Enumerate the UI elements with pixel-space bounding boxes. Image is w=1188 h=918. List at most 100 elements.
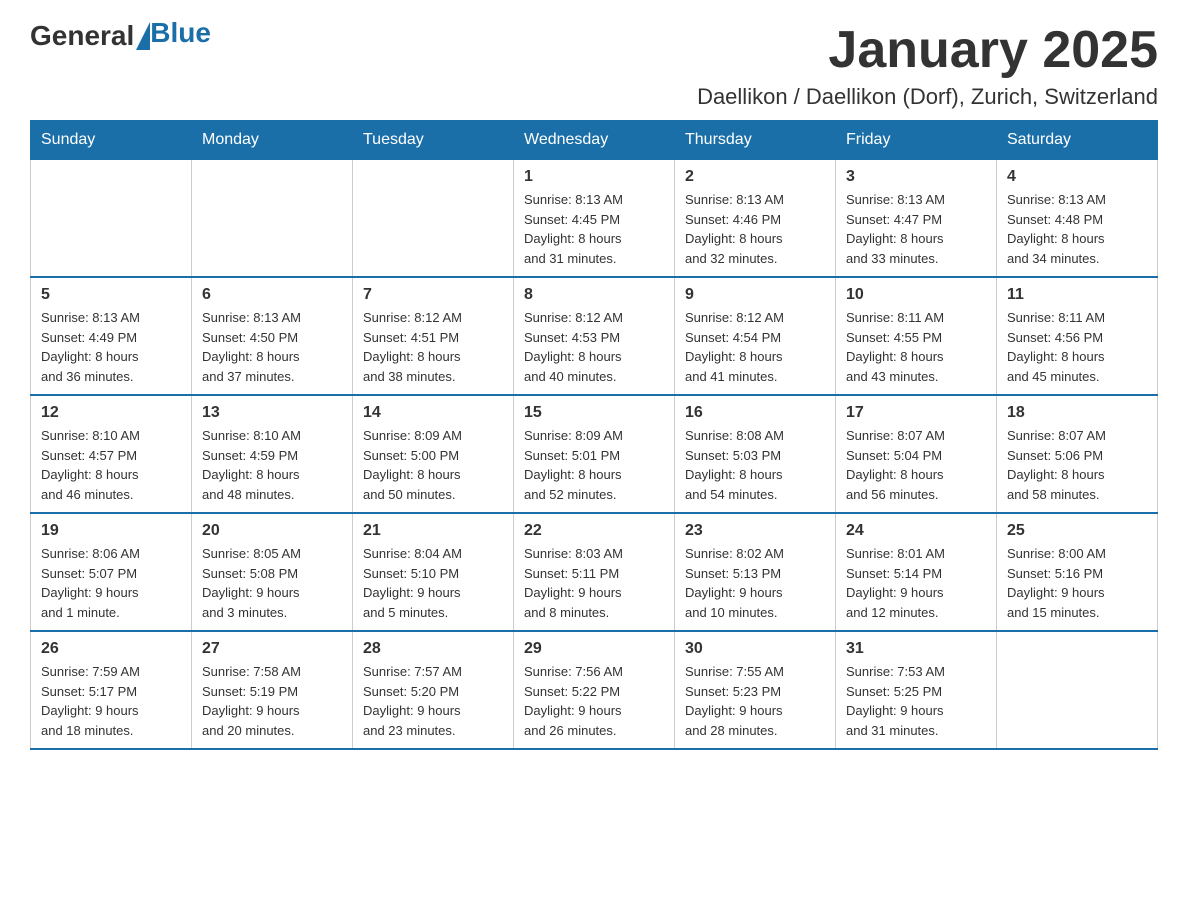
day-info-28: Sunrise: 7:57 AM Sunset: 5:20 PM Dayligh… bbox=[363, 662, 503, 740]
day-number-16: 16 bbox=[685, 404, 825, 422]
day-number-17: 17 bbox=[846, 404, 986, 422]
day-number-18: 18 bbox=[1007, 404, 1147, 422]
day-info-25: Sunrise: 8:00 AM Sunset: 5:16 PM Dayligh… bbox=[1007, 544, 1147, 622]
day-number-9: 9 bbox=[685, 286, 825, 304]
day-cell-21: 21 Sunrise: 8:04 AM Sunset: 5:10 PM Dayli… bbox=[353, 513, 514, 631]
day-cell-17: 17 Sunrise: 8:07 AM Sunset: 5:04 PM Dayli… bbox=[836, 395, 997, 513]
day-number-23: 23 bbox=[685, 522, 825, 540]
header: General Blue January 2025 Daellikon / Da… bbox=[30, 20, 1158, 110]
day-info-30: Sunrise: 7:55 AM Sunset: 5:23 PM Dayligh… bbox=[685, 662, 825, 740]
day-info-2: Sunrise: 8:13 AM Sunset: 4:46 PM Dayligh… bbox=[685, 190, 825, 268]
header-row: SundayMondayTuesdayWednesdayThursdayFrid… bbox=[31, 121, 1158, 160]
day-info-31: Sunrise: 7:53 AM Sunset: 5:25 PM Dayligh… bbox=[846, 662, 986, 740]
header-saturday: Saturday bbox=[997, 121, 1158, 160]
day-cell-16: 16 Sunrise: 8:08 AM Sunset: 5:03 PM Dayli… bbox=[675, 395, 836, 513]
day-info-23: Sunrise: 8:02 AM Sunset: 5:13 PM Dayligh… bbox=[685, 544, 825, 622]
day-cell-23: 23 Sunrise: 8:02 AM Sunset: 5:13 PM Dayli… bbox=[675, 513, 836, 631]
day-number-6: 6 bbox=[202, 286, 342, 304]
day-cell-26: 26Sunrise: 7:59 AM Sunset: 5:17 PM Dayli… bbox=[31, 631, 192, 749]
logo-triangle-icon bbox=[136, 22, 150, 50]
location-title: Daellikon / Daellikon (Dorf), Zurich, Sw… bbox=[697, 84, 1158, 110]
week-row-4: 19 Sunrise: 8:06 AM Sunset: 5:07 PM Dayli… bbox=[31, 513, 1158, 631]
day-number-24: 24 bbox=[846, 522, 986, 540]
day-cell-28: 28 Sunrise: 7:57 AM Sunset: 5:20 PM Dayli… bbox=[353, 631, 514, 749]
day-cell-7: 7 Sunrise: 8:12 AM Sunset: 4:51 PM Daylig… bbox=[353, 277, 514, 395]
day-info-26: Sunrise: 7:59 AM Sunset: 5:17 PM Dayligh… bbox=[41, 662, 181, 740]
day-number-28: 28 bbox=[363, 640, 503, 658]
day-info-4: Sunrise: 8:13 AM Sunset: 4:48 PM Dayligh… bbox=[1007, 190, 1147, 268]
day-info-19: Sunrise: 8:06 AM Sunset: 5:07 PM Dayligh… bbox=[41, 544, 181, 622]
day-info-24: Sunrise: 8:01 AM Sunset: 5:14 PM Dayligh… bbox=[846, 544, 986, 622]
day-cell-3: 3Sunrise: 8:13 AM Sunset: 4:47 PM Daylig… bbox=[836, 160, 997, 278]
logo: General Blue bbox=[30, 20, 211, 52]
day-number-15: 15 bbox=[524, 404, 664, 422]
day-info-27: Sunrise: 7:58 AM Sunset: 5:19 PM Dayligh… bbox=[202, 662, 342, 740]
day-cell-10: 10 Sunrise: 8:11 AM Sunset: 4:55 PM Dayli… bbox=[836, 277, 997, 395]
day-cell-5: 5Sunrise: 8:13 AM Sunset: 4:49 PM Daylig… bbox=[31, 277, 192, 395]
day-number-10: 10 bbox=[846, 286, 986, 304]
day-info-12: Sunrise: 8:10 AM Sunset: 4:57 PM Dayligh… bbox=[41, 426, 181, 504]
day-info-1: Sunrise: 8:13 AM Sunset: 4:45 PM Dayligh… bbox=[524, 190, 664, 268]
day-number-8: 8 bbox=[524, 286, 664, 304]
day-number-21: 21 bbox=[363, 522, 503, 540]
day-cell-22: 22 Sunrise: 8:03 AM Sunset: 5:11 PM Dayli… bbox=[514, 513, 675, 631]
day-cell-18: 18 Sunrise: 8:07 AM Sunset: 5:06 PM Dayli… bbox=[997, 395, 1158, 513]
header-sunday: Sunday bbox=[31, 121, 192, 160]
day-info-18: Sunrise: 8:07 AM Sunset: 5:06 PM Dayligh… bbox=[1007, 426, 1147, 504]
day-number-13: 13 bbox=[202, 404, 342, 422]
header-wednesday: Wednesday bbox=[514, 121, 675, 160]
day-number-29: 29 bbox=[524, 640, 664, 658]
day-info-21: Sunrise: 8:04 AM Sunset: 5:10 PM Dayligh… bbox=[363, 544, 503, 622]
day-number-22: 22 bbox=[524, 522, 664, 540]
header-friday: Friday bbox=[836, 121, 997, 160]
day-info-16: Sunrise: 8:08 AM Sunset: 5:03 PM Dayligh… bbox=[685, 426, 825, 504]
day-number-30: 30 bbox=[685, 640, 825, 658]
day-cell-24: 24 Sunrise: 8:01 AM Sunset: 5:14 PM Dayli… bbox=[836, 513, 997, 631]
day-info-5: Sunrise: 8:13 AM Sunset: 4:49 PM Dayligh… bbox=[41, 308, 181, 386]
week-row-5: 26Sunrise: 7:59 AM Sunset: 5:17 PM Dayli… bbox=[31, 631, 1158, 749]
day-cell-20: 20 Sunrise: 8:05 AM Sunset: 5:08 PM Dayli… bbox=[192, 513, 353, 631]
title-area: January 2025 Daellikon / Daellikon (Dorf… bbox=[697, 20, 1158, 110]
day-cell-14: 14Sunrise: 8:09 AM Sunset: 5:00 PM Dayli… bbox=[353, 395, 514, 513]
day-number-14: 14 bbox=[363, 404, 503, 422]
day-info-15: Sunrise: 8:09 AM Sunset: 5:01 PM Dayligh… bbox=[524, 426, 664, 504]
day-number-11: 11 bbox=[1007, 286, 1147, 304]
day-info-7: Sunrise: 8:12 AM Sunset: 4:51 PM Dayligh… bbox=[363, 308, 503, 386]
month-title: January 2025 bbox=[697, 20, 1158, 80]
day-info-3: Sunrise: 8:13 AM Sunset: 4:47 PM Dayligh… bbox=[846, 190, 986, 268]
week-row-2: 5Sunrise: 8:13 AM Sunset: 4:49 PM Daylig… bbox=[31, 277, 1158, 395]
day-number-12: 12 bbox=[41, 404, 181, 422]
day-cell-12: 12 Sunrise: 8:10 AM Sunset: 4:57 PM Dayli… bbox=[31, 395, 192, 513]
day-cell-11: 11 Sunrise: 8:11 AM Sunset: 4:56 PM Dayli… bbox=[997, 277, 1158, 395]
day-info-11: Sunrise: 8:11 AM Sunset: 4:56 PM Dayligh… bbox=[1007, 308, 1147, 386]
day-number-2: 2 bbox=[685, 168, 825, 186]
day-number-7: 7 bbox=[363, 286, 503, 304]
calendar-body: 1 Sunrise: 8:13 AM Sunset: 4:45 PM Daylig… bbox=[31, 160, 1158, 750]
day-info-17: Sunrise: 8:07 AM Sunset: 5:04 PM Dayligh… bbox=[846, 426, 986, 504]
day-number-31: 31 bbox=[846, 640, 986, 658]
day-number-20: 20 bbox=[202, 522, 342, 540]
day-info-8: Sunrise: 8:12 AM Sunset: 4:53 PM Dayligh… bbox=[524, 308, 664, 386]
day-cell-9: 9 Sunrise: 8:12 AM Sunset: 4:54 PM Daylig… bbox=[675, 277, 836, 395]
header-monday: Monday bbox=[192, 121, 353, 160]
day-cell-31: 31 Sunrise: 7:53 AM Sunset: 5:25 PM Dayli… bbox=[836, 631, 997, 749]
day-info-22: Sunrise: 8:03 AM Sunset: 5:11 PM Dayligh… bbox=[524, 544, 664, 622]
day-cell-8: 8 Sunrise: 8:12 AM Sunset: 4:53 PM Daylig… bbox=[514, 277, 675, 395]
header-tuesday: Tuesday bbox=[353, 121, 514, 160]
day-info-13: Sunrise: 8:10 AM Sunset: 4:59 PM Dayligh… bbox=[202, 426, 342, 504]
day-info-10: Sunrise: 8:11 AM Sunset: 4:55 PM Dayligh… bbox=[846, 308, 986, 386]
day-cell-2: 2 Sunrise: 8:13 AM Sunset: 4:46 PM Daylig… bbox=[675, 160, 836, 278]
day-number-27: 27 bbox=[202, 640, 342, 658]
day-number-1: 1 bbox=[524, 168, 664, 186]
logo-blue-text: Blue bbox=[150, 17, 211, 49]
empty-cell bbox=[353, 160, 514, 278]
day-cell-29: 29Sunrise: 7:56 AM Sunset: 5:22 PM Dayli… bbox=[514, 631, 675, 749]
day-info-9: Sunrise: 8:12 AM Sunset: 4:54 PM Dayligh… bbox=[685, 308, 825, 386]
empty-cell bbox=[31, 160, 192, 278]
calendar-table: SundayMondayTuesdayWednesdayThursdayFrid… bbox=[30, 120, 1158, 750]
empty-cell bbox=[997, 631, 1158, 749]
day-cell-15: 15 Sunrise: 8:09 AM Sunset: 5:01 PM Dayli… bbox=[514, 395, 675, 513]
day-info-20: Sunrise: 8:05 AM Sunset: 5:08 PM Dayligh… bbox=[202, 544, 342, 622]
day-number-19: 19 bbox=[41, 522, 181, 540]
day-info-6: Sunrise: 8:13 AM Sunset: 4:50 PM Dayligh… bbox=[202, 308, 342, 386]
